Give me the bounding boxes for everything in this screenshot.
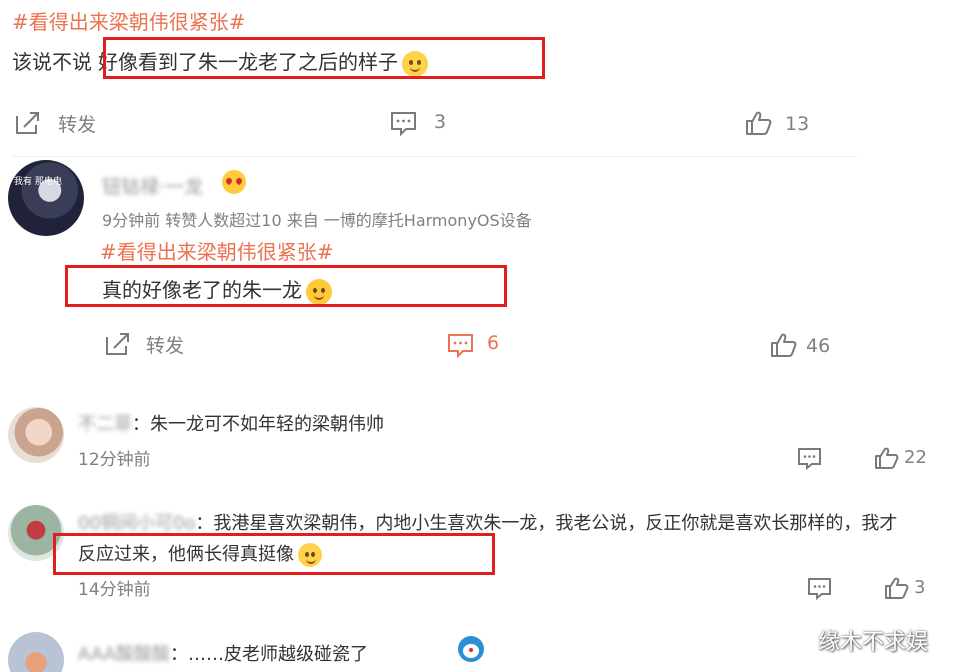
comment-reply-button[interactable] <box>797 446 823 470</box>
comment-text: 我港星喜欢梁朝伟，内地小生喜欢朱一龙，我老公说，反正你就是喜欢长那样的，我才 <box>213 513 898 534</box>
thumbs-up-icon <box>771 333 797 357</box>
repost-button[interactable]: 转发 <box>14 110 96 136</box>
comment-button[interactable]: 3 <box>390 110 446 136</box>
comment-count: 3 <box>434 111 447 133</box>
post-text-prefix: 该说不说 <box>12 50 92 74</box>
like-count: 3 <box>914 577 926 598</box>
avatar[interactable]: 我有 那电电 <box>8 160 84 236</box>
comment-text: 朱一龙可不如年轻的梁朝伟帅 <box>150 414 384 435</box>
comment-reply-button[interactable] <box>807 576 833 600</box>
thumbs-up-icon <box>885 577 909 599</box>
highlight-box <box>53 533 495 575</box>
divider <box>12 156 857 157</box>
like-count: 46 <box>806 335 831 357</box>
comment-time: 14分钟前 <box>78 580 151 600</box>
comment-username[interactable]: AAA酸酸酸 <box>78 644 170 665</box>
avatar[interactable] <box>8 632 64 672</box>
repost-icon <box>16 112 39 134</box>
like-count: 22 <box>904 447 927 468</box>
comment-line: 不二菲：朱一龙可不如年轻的梁朝伟帅 <box>78 414 384 435</box>
highlight-box <box>65 265 507 307</box>
repost-hashtag[interactable]: #看得出来梁朝伟很紧张# <box>100 236 334 265</box>
repost-button[interactable]: 转发 <box>104 331 184 357</box>
like-button[interactable]: 22 <box>874 446 927 470</box>
comment-icon <box>798 448 821 470</box>
thumbs-up-icon <box>875 447 899 469</box>
comment-username[interactable]: 不二菲 <box>78 414 132 435</box>
repost-label: 转发 <box>58 114 97 136</box>
highlight-box <box>103 37 545 79</box>
comment-button[interactable]: 6 <box>447 332 499 358</box>
avatar[interactable] <box>8 407 64 463</box>
like-button[interactable]: 3 <box>884 576 925 600</box>
post-hashtag[interactable]: #看得出来梁朝伟很紧张# <box>12 6 246 35</box>
repost-label: 转发 <box>146 335 185 357</box>
doraemon-emoji-icon <box>458 636 484 662</box>
comment-time: 12分钟前 <box>78 450 151 470</box>
comment-username[interactable]: 00铜间小可0o <box>78 513 195 534</box>
like-count: 13 <box>785 113 810 135</box>
like-button[interactable]: 13 <box>745 110 809 136</box>
watermark: 缘木不求娱 <box>818 630 929 655</box>
thumbs-up-icon <box>746 111 772 135</box>
comment-icon <box>808 578 831 600</box>
comment-line: AAA酸酸酸：……皮老师越级碰瓷了 <box>78 644 368 665</box>
comment-icon <box>391 112 416 136</box>
comment-count: 6 <box>487 332 500 354</box>
repost-username[interactable]: 钮钴禄·一龙 <box>102 172 203 199</box>
like-button[interactable]: 46 <box>770 332 830 358</box>
comment-line: 00铜间小可0o：我港星喜欢梁朝伟，内地小生喜欢朱一龙，我老公说，反正你就是喜欢… <box>78 513 898 534</box>
comment-text: ……皮老师越级碰瓷了 <box>187 644 368 665</box>
comment-icon <box>448 334 473 358</box>
repost-icon <box>106 333 129 355</box>
heart-eyes-emoji-icon <box>222 170 246 194</box>
repost-meta: 9分钟前 转赞人数超过10 来自 一博的摩托HarmonyOS设备 <box>102 211 532 230</box>
